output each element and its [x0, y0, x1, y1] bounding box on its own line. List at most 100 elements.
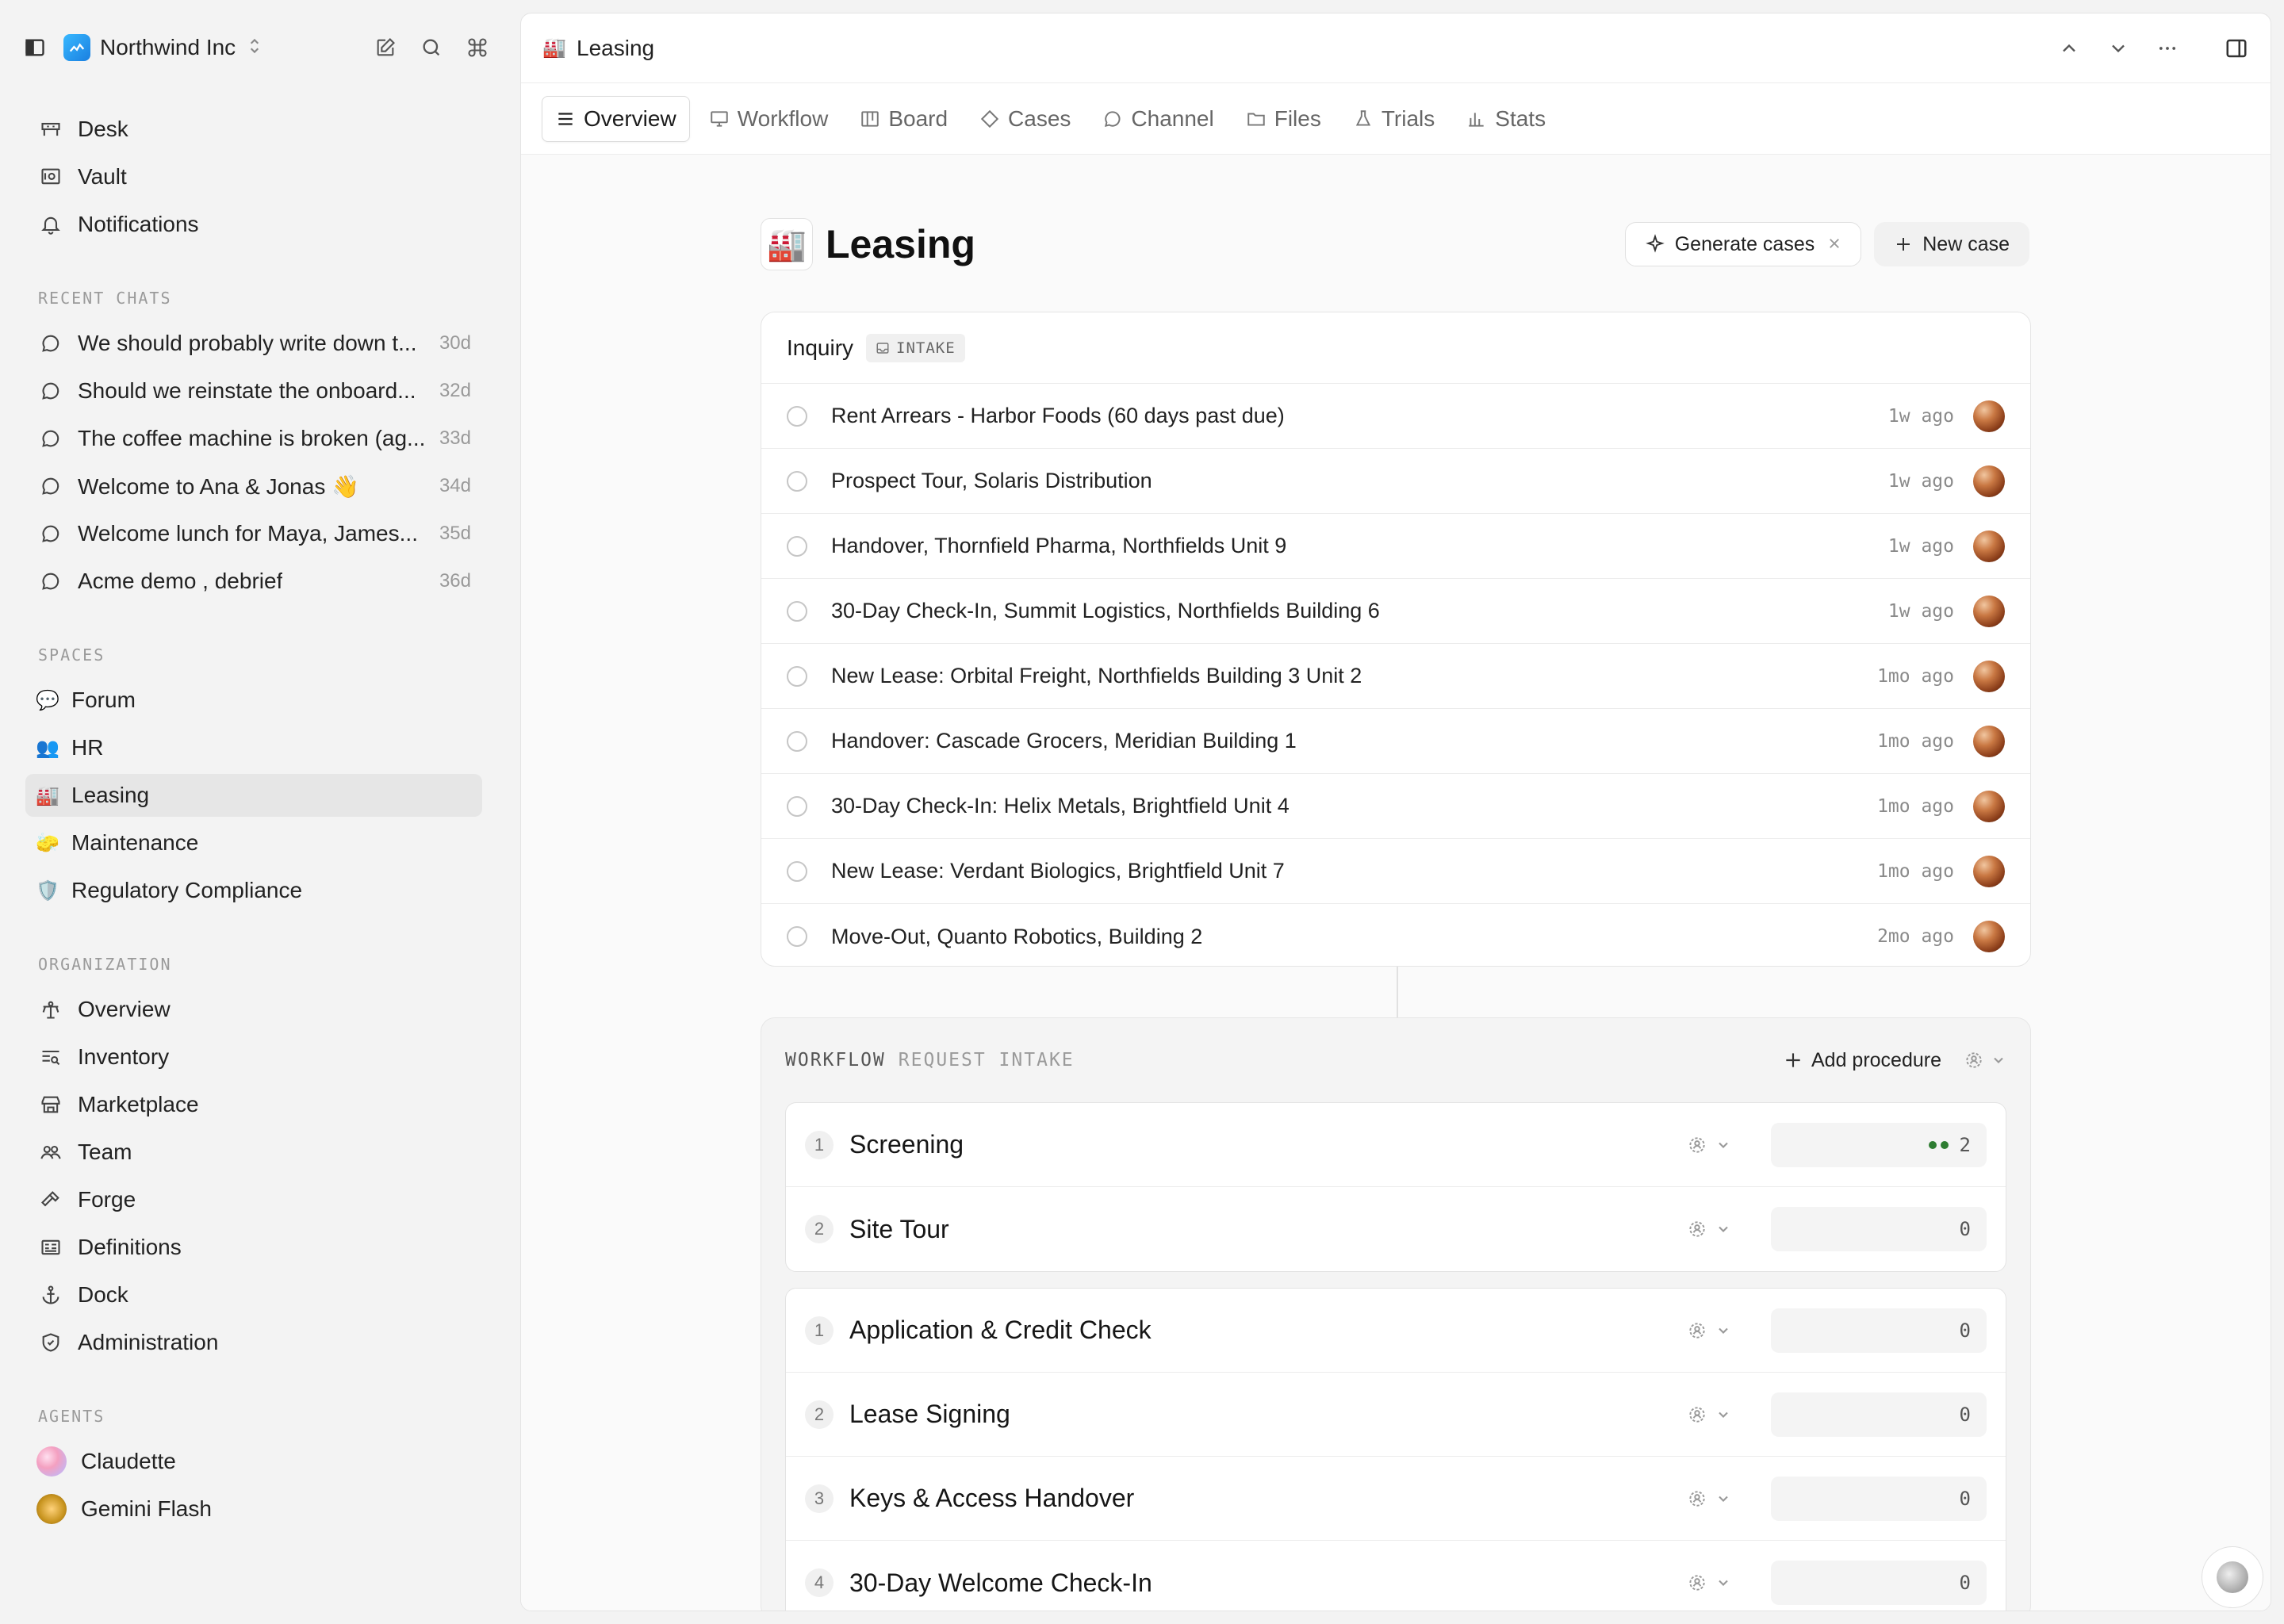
- case-title: Handover, Thornfield Pharma, Northfields…: [831, 534, 1287, 557]
- assignee-select[interactable]: [1687, 1320, 1731, 1341]
- chevron-down-icon[interactable]: [2107, 37, 2129, 59]
- tab-cases[interactable]: Cases: [967, 96, 1083, 142]
- stage-group: 1 Application & Credit Check 0 2 Lease S…: [785, 1288, 2006, 1611]
- assignee-select[interactable]: [1687, 1488, 1731, 1509]
- store-icon: [36, 1090, 65, 1119]
- sidebar-item-label: Forge: [78, 1187, 136, 1212]
- chat-title: We should probably write down t...: [78, 331, 417, 355]
- status-radio[interactable]: [787, 926, 807, 947]
- stage-row[interactable]: 2 Site Tour 0: [786, 1187, 2006, 1271]
- status-radio[interactable]: [787, 795, 807, 817]
- more-icon[interactable]: [2156, 37, 2179, 59]
- assignee-select[interactable]: [1687, 1219, 1731, 1239]
- chat-item[interactable]: We should probably write down t... 30d: [25, 322, 482, 365]
- status-radio[interactable]: [787, 600, 807, 622]
- add-procedure-button[interactable]: Add procedure: [1783, 1049, 1941, 1072]
- avatar: [1973, 790, 2005, 822]
- assignee-select[interactable]: [1964, 1050, 2006, 1071]
- chat-item[interactable]: Welcome lunch for Maya, James... 35d: [25, 512, 482, 555]
- generate-cases-button[interactable]: Generate cases: [1624, 222, 1862, 266]
- user-gear-icon: [1687, 1488, 1707, 1509]
- status-radio[interactable]: [787, 860, 807, 882]
- tab-files[interactable]: Files: [1233, 96, 1334, 142]
- sidebar-item-team[interactable]: Team: [25, 1131, 482, 1174]
- case-age: 1w ago: [1887, 470, 1954, 492]
- status-radio[interactable]: [787, 665, 807, 687]
- table-row[interactable]: Move-Out, Quanto Robotics, Building 2 2m…: [761, 904, 2030, 966]
- sidebar-item-forge[interactable]: Forge: [25, 1178, 482, 1221]
- tab-board[interactable]: Board: [847, 96, 960, 142]
- table-row[interactable]: 30-Day Check-In: Helix Metals, Brightfie…: [761, 774, 2030, 839]
- workspace-switcher[interactable]: Northwind Inc: [63, 34, 263, 61]
- folder-icon: [1246, 109, 1267, 129]
- tab-label: Files: [1274, 105, 1321, 131]
- close-icon[interactable]: [1827, 233, 1841, 256]
- stage-number: 2: [805, 1215, 834, 1243]
- generate-cases-label: Generate cases: [1674, 232, 1815, 255]
- chevron-up-icon[interactable]: [2058, 37, 2080, 59]
- search-icon[interactable]: [420, 36, 443, 59]
- status-radio[interactable]: [787, 405, 807, 427]
- sidebar-item-administration[interactable]: Administration: [25, 1321, 482, 1364]
- stage-number: 1: [805, 1316, 834, 1345]
- agent-item-gemini-flash[interactable]: Gemini Flash: [25, 1488, 482, 1530]
- bell-icon: [36, 210, 65, 239]
- table-row[interactable]: New Lease: Orbital Freight, Northfields …: [761, 644, 2030, 709]
- assignee-select[interactable]: [1687, 1404, 1731, 1425]
- sidebar-item-desk[interactable]: Desk: [25, 108, 482, 151]
- status-radio[interactable]: [787, 470, 807, 492]
- sidebar-item-dock[interactable]: Dock: [25, 1274, 482, 1316]
- chat-item[interactable]: Should we reinstate the onboard... 32d: [25, 370, 482, 412]
- sidebar-item-vault[interactable]: Vault: [25, 155, 482, 198]
- table-row[interactable]: 30-Day Check-In, Summit Logistics, North…: [761, 579, 2030, 644]
- tab-stats[interactable]: Stats: [1454, 96, 1558, 142]
- assignee-select[interactable]: [1687, 1572, 1731, 1593]
- tab-overview[interactable]: Overview: [542, 95, 690, 142]
- stage-row[interactable]: 3 Keys & Access Handover 0: [786, 1457, 2006, 1541]
- chat-age: 30d: [439, 332, 471, 354]
- sidebar-item-notifications[interactable]: Notifications: [25, 203, 482, 246]
- sidebar-item-maintenance[interactable]: 🧽 Maintenance: [25, 822, 482, 864]
- avatar: [1973, 530, 2005, 562]
- agents-heading: AGENTS: [38, 1407, 105, 1426]
- page-header: 🏭 Leasing Generate cases New case: [761, 216, 2029, 272]
- sidebar-item-inventory[interactable]: Inventory: [25, 1036, 482, 1078]
- assistant-avatar-button[interactable]: [2202, 1546, 2263, 1608]
- chat-item[interactable]: Welcome to Ana & Jonas 👋 34d: [25, 465, 482, 508]
- tab-channel[interactable]: Channel: [1090, 96, 1226, 142]
- table-row[interactable]: Prospect Tour, Solaris Distribution 1w a…: [761, 449, 2030, 514]
- stage-row[interactable]: 1 Application & Credit Check 0: [786, 1289, 2006, 1373]
- sidebar-item-hr[interactable]: 👥 HR: [25, 726, 482, 769]
- new-case-button[interactable]: New case: [1874, 222, 2029, 266]
- panel-toggle-icon[interactable]: [2225, 36, 2248, 60]
- sidebar-item-marketplace[interactable]: Marketplace: [25, 1083, 482, 1126]
- table-row[interactable]: New Lease: Verdant Biologics, Brightfiel…: [761, 839, 2030, 904]
- compose-icon[interactable]: [374, 36, 397, 59]
- sidebar-item-regulatory-compliance[interactable]: 🛡️ Regulatory Compliance: [25, 869, 482, 912]
- status-radio[interactable]: [787, 730, 807, 752]
- table-row[interactable]: Handover: Cascade Grocers, Meridian Buil…: [761, 709, 2030, 774]
- stage-row[interactable]: 2 Lease Signing 0: [786, 1373, 2006, 1457]
- tab-trials[interactable]: Trials: [1340, 96, 1447, 142]
- stage-row[interactable]: 1 Screening 2: [786, 1103, 2006, 1187]
- chat-item[interactable]: The coffee machine is broken (ag... 33d: [25, 417, 482, 460]
- chat-item[interactable]: Acme demo , debrief 36d: [25, 560, 482, 603]
- avatar: [1973, 465, 2005, 497]
- sidebar-header: Northwind Inc: [24, 29, 489, 67]
- sidebar-item-forum[interactable]: 💬 Forum: [25, 679, 482, 722]
- sidebar-toggle-icon[interactable]: [24, 36, 46, 59]
- assignee-select[interactable]: [1687, 1135, 1731, 1155]
- tab-workflow[interactable]: Workflow: [696, 96, 841, 142]
- agent-item-claudette[interactable]: Claudette: [25, 1440, 482, 1483]
- count-value: 0: [1959, 1572, 1971, 1594]
- table-row[interactable]: Rent Arrears - Harbor Foods (60 days pas…: [761, 384, 2030, 449]
- new-case-label: New case: [1922, 232, 2010, 255]
- sidebar-item-overview[interactable]: Overview: [25, 988, 482, 1031]
- sidebar-item-label: Vault: [78, 164, 127, 189]
- status-radio[interactable]: [787, 535, 807, 557]
- sidebar-item-leasing[interactable]: 🏭 Leasing: [25, 774, 482, 817]
- stage-row[interactable]: 4 30-Day Welcome Check-In 0: [786, 1541, 2006, 1611]
- command-icon[interactable]: [466, 36, 489, 59]
- table-row[interactable]: Handover, Thornfield Pharma, Northfields…: [761, 514, 2030, 579]
- sidebar-item-definitions[interactable]: Definitions: [25, 1226, 482, 1269]
